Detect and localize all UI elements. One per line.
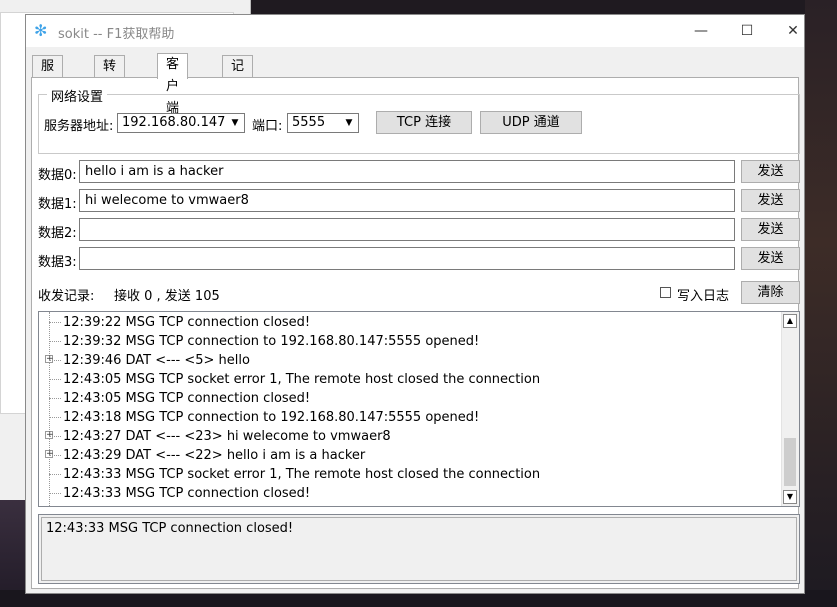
data3-label: 数据3: — [38, 255, 77, 270]
minimize-button[interactable]: — — [678, 15, 724, 47]
log-entry-text: 12:43:29 DAT <--- <22> hello i am is a h… — [63, 448, 366, 463]
log-entry-text: 12:43:33 MSG TCP connection closed! — [63, 486, 311, 501]
send0-button[interactable]: 发送 — [741, 160, 800, 183]
sokit-window: ✻ sokit -- F1获取帮助 — ☐ ✕ 服务器 转发器 客户端 记事板 … — [25, 14, 805, 594]
log-entry-text: 12:39:32 MSG TCP connection to 192.168.8… — [63, 334, 480, 349]
log-entry-text: 12:43:27 DAT <--- <23> hi welecome to vm… — [63, 429, 391, 444]
send3-button[interactable]: 发送 — [741, 247, 800, 270]
send2-button[interactable]: 发送 — [741, 218, 800, 241]
tree-connector — [49, 455, 61, 456]
log-tree[interactable]: 12:39:22 MSG TCP connection closed! 12:39… — [38, 311, 800, 507]
send1-button[interactable]: 发送 — [741, 189, 800, 212]
log-entry-text: 12:43:18 MSG TCP connection to 192.168.8… — [63, 410, 480, 425]
tab-notepad[interactable]: 记事板 — [222, 55, 254, 118]
port-value: 5555 — [292, 115, 326, 130]
chevron-down-icon[interactable]: ▼ — [342, 115, 356, 131]
plus-box-icon[interactable]: + — [45, 450, 54, 459]
port-label: 端口: — [252, 119, 283, 134]
status-text: 12:43:33 MSG TCP connection closed! — [41, 517, 797, 581]
write-log-label: 写入日志 — [677, 289, 730, 304]
tab-server[interactable]: 服务器 — [32, 55, 64, 118]
scroll-up-icon[interactable]: ▲ — [783, 314, 797, 328]
status-box: 12:43:33 MSG TCP connection closed! — [38, 514, 800, 584]
tree-connector — [49, 379, 61, 380]
scroll-thumb[interactable] — [784, 438, 796, 486]
tab-client[interactable]: 客户端 — [157, 53, 189, 116]
tree-connector — [49, 360, 61, 361]
tree-connector — [49, 474, 61, 475]
log-entry-text: 12:43:05 MSG TCP socket error 1, The rem… — [63, 372, 541, 387]
server-address-combo[interactable]: 192.168.80.147 ▼ — [117, 113, 245, 133]
group-title: 网络设置 — [47, 86, 108, 105]
data2-label: 数据2: — [38, 226, 77, 241]
tree-connector — [49, 341, 61, 342]
log-entry-text: 12:43:33 MSG TCP socket error 1, The rem… — [63, 467, 541, 482]
desktop-wallpaper-right — [805, 0, 837, 607]
log-entry-text: 12:43:05 MSG TCP connection closed! — [63, 391, 311, 406]
log-scrollbar[interactable]: ▲ ▼ — [781, 312, 799, 506]
clear-button[interactable]: 清除 — [741, 281, 800, 304]
title-bar[interactable]: ✻ sokit -- F1获取帮助 — ☐ ✕ — [26, 15, 804, 47]
data2-input[interactable] — [79, 218, 735, 241]
data1-input[interactable]: hi welecome to vmwaer8 — [79, 189, 735, 212]
tcp-connect-button[interactable]: TCP 连接 — [376, 111, 472, 134]
tree-connector — [49, 436, 61, 437]
client-panel: 网络设置 服务器地址: 192.168.80.147 ▼ 端口: 5555 ▼ … — [31, 77, 800, 589]
snowflake-icon: ✻ — [34, 21, 48, 40]
chevron-down-icon[interactable]: ▼ — [228, 115, 242, 131]
write-log-checkbox[interactable] — [660, 287, 671, 298]
data0-input[interactable]: hello i am is a hacker — [79, 160, 735, 183]
log-entry-text: 12:39:46 DAT <--- <5> hello — [63, 353, 250, 368]
scroll-down-icon[interactable]: ▼ — [783, 490, 797, 504]
tree-connector — [49, 322, 61, 323]
close-button[interactable]: ✕ — [770, 15, 816, 47]
records-label: 收发记录: — [38, 289, 95, 304]
plus-box-icon[interactable]: + — [45, 431, 54, 440]
data3-input[interactable] — [79, 247, 735, 270]
network-settings-group: 网络设置 服务器地址: 192.168.80.147 ▼ 端口: 5555 ▼ … — [38, 86, 800, 154]
server-address-label: 服务器地址: — [44, 119, 114, 134]
window-title: sokit -- F1获取帮助 — [58, 27, 175, 42]
plus-box-icon[interactable]: + — [45, 355, 54, 364]
tab-forwarder[interactable]: 转发器 — [94, 55, 126, 118]
tree-connector — [49, 398, 61, 399]
records-counts: 接收 0 , 发送 105 — [114, 289, 220, 304]
udp-channel-button[interactable]: UDP 通道 — [480, 111, 582, 134]
log-entry-text: 12:39:22 MSG TCP connection closed! — [63, 315, 311, 330]
data1-label: 数据1: — [38, 197, 77, 212]
port-combo[interactable]: 5555 ▼ — [287, 113, 359, 133]
maximize-button[interactable]: ☐ — [724, 15, 770, 47]
tree-connector — [49, 417, 61, 418]
data0-label: 数据0: — [38, 168, 77, 183]
tree-connector — [49, 493, 61, 494]
